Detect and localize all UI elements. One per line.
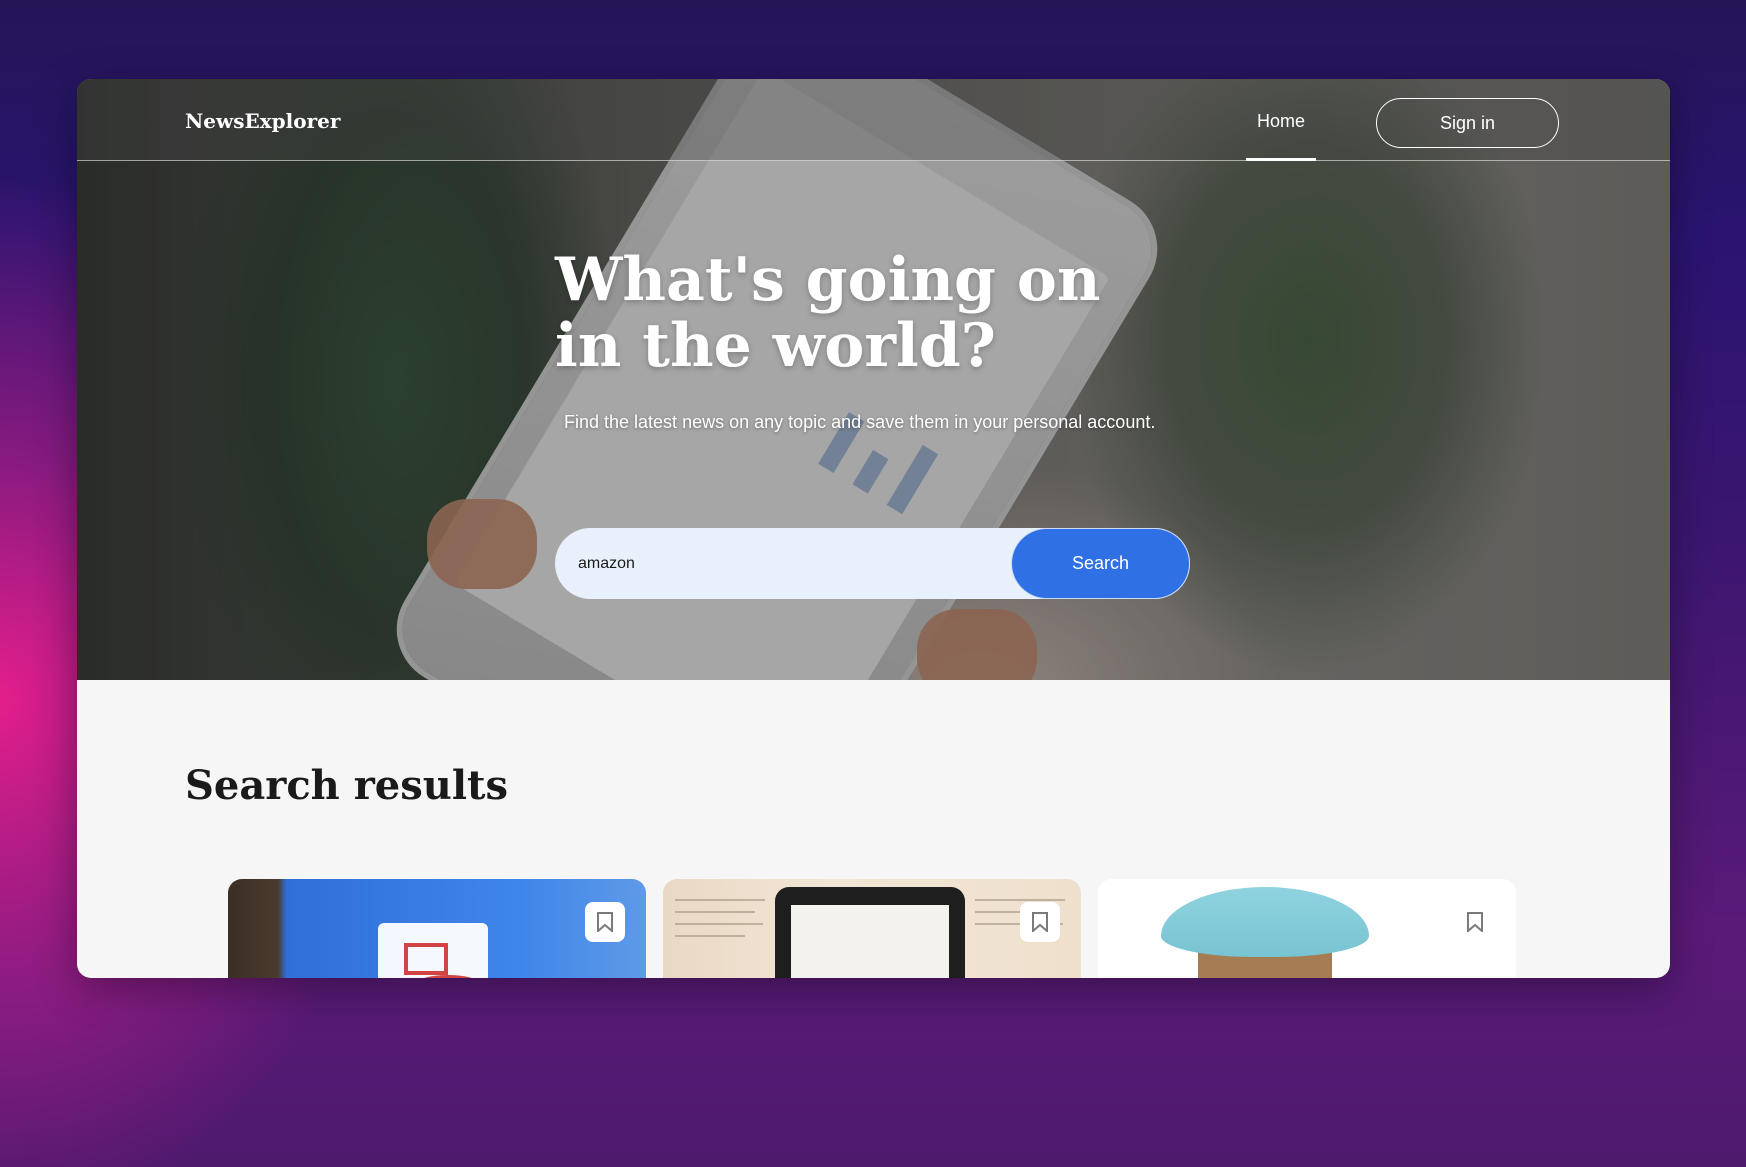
card-image-kindle <box>663 879 1081 978</box>
site-header: NewsExplorer Home Sign in <box>77 79 1670 161</box>
signin-button[interactable]: Sign in <box>1376 98 1559 148</box>
hero-section: NewsExplorer Home Sign in What's going o… <box>77 79 1670 680</box>
browser-window: NewsExplorer Home Sign in What's going o… <box>77 79 1670 978</box>
card-image-tv <box>228 879 646 978</box>
results-title: Search results <box>185 762 509 809</box>
nav-active-indicator <box>1246 158 1316 161</box>
news-card[interactable] <box>1098 879 1516 978</box>
bookmark-button[interactable] <box>1455 902 1495 942</box>
hero-headline: What's going on in the world? <box>555 245 1101 381</box>
nav-home-link[interactable]: Home <box>1246 79 1316 161</box>
hero-subhead: Find the latest news on any topic and sa… <box>564 412 1156 432</box>
kindle-device <box>775 887 965 978</box>
bookmark-icon <box>597 912 613 932</box>
news-card[interactable] <box>663 879 1081 978</box>
card-image-feeder <box>1098 879 1516 978</box>
search-button[interactable]: Search <box>1011 528 1190 599</box>
site-logo[interactable]: NewsExplorer <box>185 109 340 133</box>
news-card[interactable] <box>228 879 646 978</box>
bookmark-icon <box>1467 912 1483 932</box>
bookmark-icon <box>1032 912 1048 932</box>
bookmark-button[interactable] <box>585 902 625 942</box>
feeder-roof <box>1161 887 1369 957</box>
bookmark-button[interactable] <box>1020 902 1060 942</box>
basketball-hoop-graphic <box>378 923 488 978</box>
search-form: Search <box>555 528 1190 599</box>
